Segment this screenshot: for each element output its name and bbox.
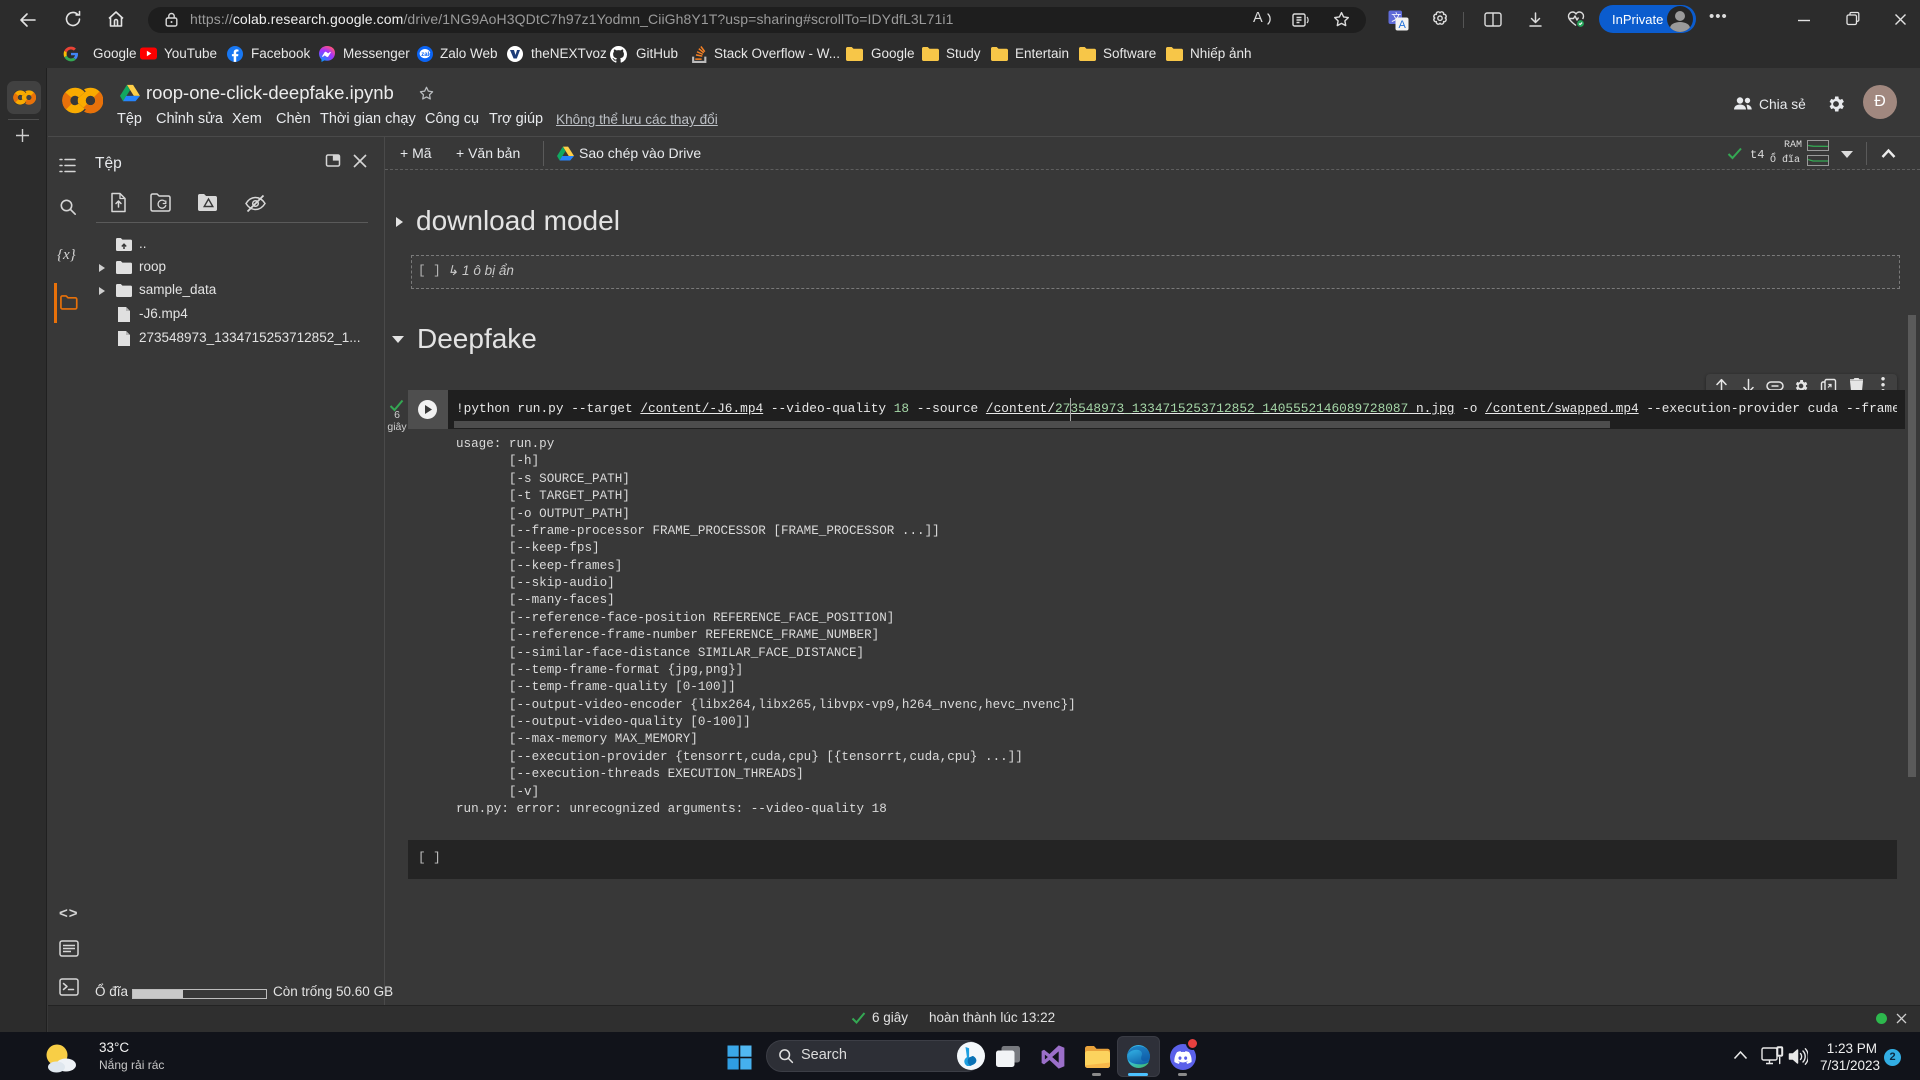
svg-text:A: A: [1399, 19, 1407, 31]
svg-text:zalo: zalo: [421, 52, 433, 58]
